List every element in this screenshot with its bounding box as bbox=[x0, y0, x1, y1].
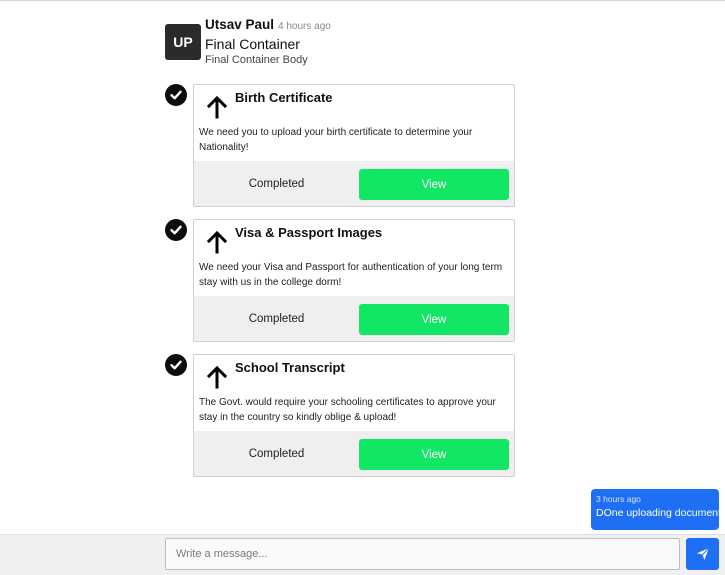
task-status: Completed bbox=[248, 448, 305, 460]
outgoing-timestamp: 3 hours ago bbox=[596, 494, 641, 504]
task-footer: Completed View bbox=[194, 431, 514, 476]
view-button[interactable]: View bbox=[359, 304, 509, 335]
message-timestamp: 4 hours ago bbox=[278, 21, 331, 32]
task-description: We need your Visa and Passport for authe… bbox=[199, 262, 503, 288]
task-card-birth-certificate: Birth Certificate We need you to upload … bbox=[193, 84, 515, 207]
task-description: The Govt. would require your schooling c… bbox=[199, 397, 496, 423]
upload-arrow-icon bbox=[206, 365, 228, 389]
check-circle-icon bbox=[165, 354, 187, 376]
send-button[interactable] bbox=[686, 538, 719, 570]
sender-line: Utsav Paul 4 hours ago bbox=[205, 17, 331, 32]
task-footer: Completed View bbox=[194, 161, 514, 206]
view-button[interactable]: View bbox=[359, 439, 509, 470]
task-description: We need you to upload your birth certifi… bbox=[199, 127, 473, 153]
upload-arrow-icon bbox=[206, 230, 228, 254]
sender-name: Utsav Paul bbox=[205, 17, 275, 32]
avatar: UP bbox=[165, 24, 201, 60]
outgoing-message-bubble: 3 hours ago DOne uploading document bbox=[591, 489, 721, 530]
task-footer: Completed View bbox=[194, 296, 514, 341]
check-circle-icon bbox=[165, 219, 187, 241]
task-status: Completed bbox=[248, 178, 305, 190]
message-composer bbox=[0, 534, 725, 575]
message-title: Final Container bbox=[205, 36, 300, 52]
message-body: Final Container Body bbox=[205, 54, 308, 66]
task-status: Completed bbox=[248, 313, 305, 325]
upload-arrow-icon bbox=[206, 95, 228, 119]
outgoing-text: DOne uploading document bbox=[596, 507, 721, 519]
task-card-visa-passport: Visa & Passport Images We need your Visa… bbox=[193, 219, 515, 342]
send-icon bbox=[696, 547, 709, 560]
check-circle-icon bbox=[165, 84, 187, 106]
task-title: Visa & Passport Images bbox=[235, 225, 383, 240]
task-title: Birth Certificate bbox=[235, 90, 333, 105]
view-button[interactable]: View bbox=[359, 169, 509, 200]
task-title: School Transcript bbox=[235, 360, 345, 375]
task-card-school-transcript: School Transcript The Govt. would requir… bbox=[193, 354, 515, 477]
message-input[interactable] bbox=[165, 538, 680, 570]
